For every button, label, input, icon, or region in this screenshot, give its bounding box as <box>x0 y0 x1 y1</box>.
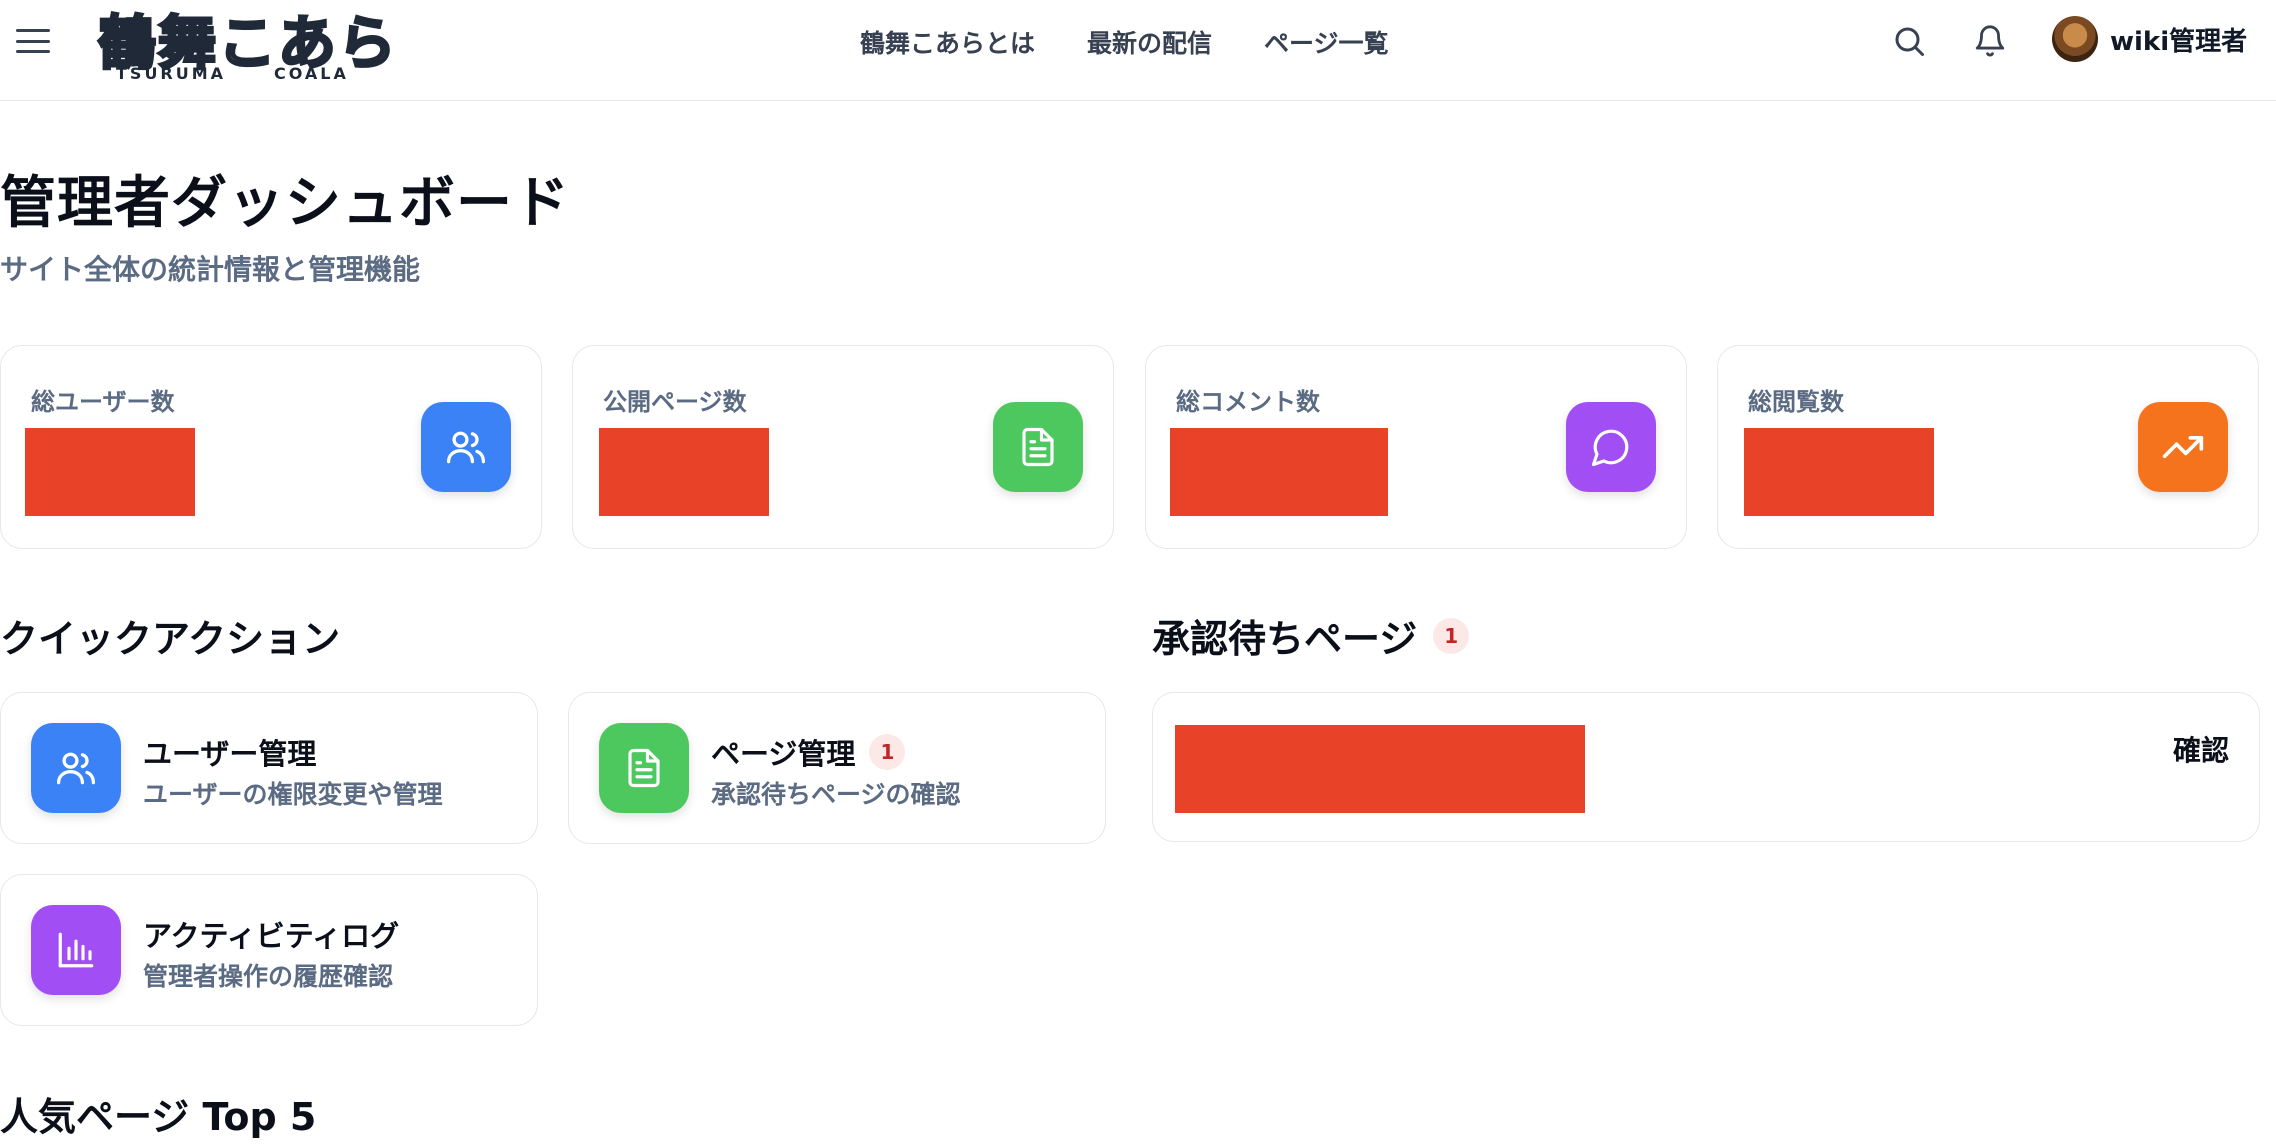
pending-pages-heading: 承認待ちページ 1 <box>1152 608 1470 663</box>
logo-subtitle-right: COALA <box>274 64 349 83</box>
quick-action-user-management[interactable]: ユーザー管理 ユーザーの権限変更や管理 <box>0 692 538 844</box>
stat-label: 総閲覧数 <box>1748 388 1844 416</box>
action-description: 承認待ちページの確認 <box>711 780 961 809</box>
quick-action-page-management[interactable]: ページ管理 1 承認待ちページの確認 <box>568 692 1106 844</box>
action-title-text: ユーザー管理 <box>143 737 317 771</box>
redacted-value <box>1744 428 1934 516</box>
chat-bubble-icon <box>1566 402 1656 492</box>
pending-count-badge: 1 <box>1433 617 1470 654</box>
stat-card-public-pages: 公開ページ数 <box>572 345 1114 549</box>
redacted-value <box>1170 428 1388 516</box>
page-subtitle: サイト全体の統計情報と管理機能 <box>0 253 421 286</box>
redacted-page-name <box>1175 725 1585 813</box>
document-icon <box>993 402 1083 492</box>
pending-page-item: 確認 <box>1152 692 2260 842</box>
page-title: 管理者ダッシュボード <box>0 171 570 236</box>
user-menu[interactable]: wiki管理者 <box>2052 16 2247 62</box>
quick-actions-heading: クイックアクション <box>0 617 341 661</box>
action-title-text: アクティビティログ <box>143 919 400 953</box>
pending-count-badge: 1 <box>869 734 906 770</box>
redacted-value <box>25 428 195 516</box>
stat-card-views: 総閲覧数 <box>1717 345 2259 549</box>
action-title-text: ページ管理 <box>711 737 856 771</box>
confirm-button[interactable]: 確認 <box>2173 729 2229 769</box>
pending-pages-title: 承認待ちページ <box>1152 617 1418 661</box>
action-title: アクティビティログ <box>143 913 399 955</box>
trending-up-icon <box>2138 402 2228 492</box>
document-icon <box>599 723 689 813</box>
nav-link-about[interactable]: 鶴舞こあらとは <box>860 24 1035 60</box>
action-title: ページ管理 1 <box>711 731 906 773</box>
stat-label: 総コメント数 <box>1176 388 1320 416</box>
avatar <box>2052 16 2098 62</box>
action-title: ユーザー管理 <box>143 731 316 773</box>
nav-link-page-list[interactable]: ページ一覧 <box>1264 24 1389 60</box>
action-description: ユーザーの権限変更や管理 <box>143 780 443 809</box>
quick-action-activity-log[interactable]: アクティビティログ 管理者操作の履歴確認 <box>0 874 538 1026</box>
user-name: wiki管理者 <box>2110 26 2248 57</box>
stat-label: 公開ページ数 <box>603 388 747 416</box>
top-header: 鶴舞こあら TSURUMA COALA 鶴舞こあらとは 最新の配信 ページ一覧 … <box>0 0 2276 101</box>
stat-card-comments: 総コメント数 <box>1145 345 1687 549</box>
hamburger-icon[interactable] <box>16 26 50 56</box>
redacted-value <box>599 428 769 516</box>
users-icon <box>31 723 121 813</box>
site-logo[interactable]: 鶴舞こあら TSURUMA COALA <box>96 0 397 88</box>
users-icon <box>421 402 511 492</box>
bar-chart-icon <box>31 905 121 995</box>
bell-icon[interactable] <box>1969 20 2011 62</box>
logo-subtitle-left: TSURUMA <box>116 64 227 83</box>
stat-label: 総ユーザー数 <box>31 388 175 416</box>
popular-pages-heading: 人気ページ Top 5 <box>0 1095 317 1139</box>
stat-card-users: 総ユーザー数 <box>0 345 542 549</box>
action-description: 管理者操作の履歴確認 <box>143 962 394 991</box>
search-icon[interactable] <box>1888 20 1930 62</box>
nav-link-latest-streams[interactable]: 最新の配信 <box>1087 24 1212 60</box>
main-nav: 鶴舞こあらとは 最新の配信 ページ一覧 <box>860 24 1389 60</box>
